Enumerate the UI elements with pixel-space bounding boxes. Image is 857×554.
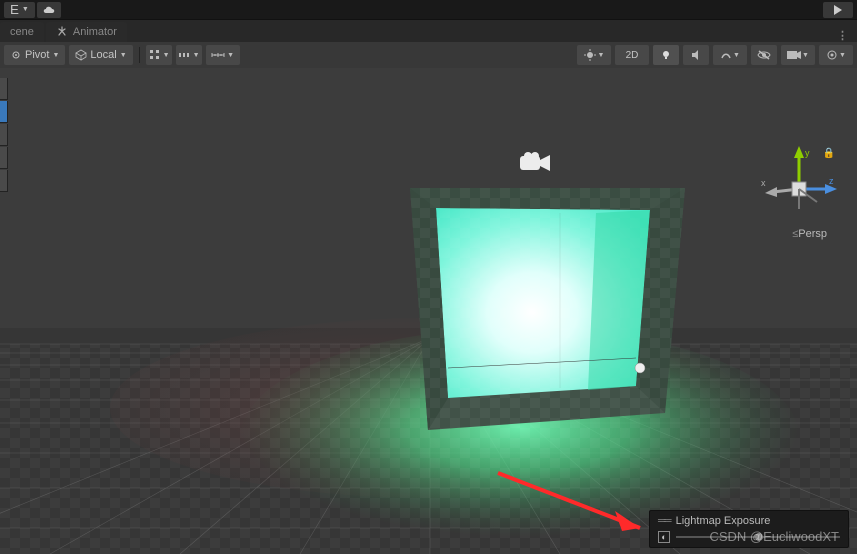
tool-overlay-handles — [0, 78, 8, 192]
menu-e-label: E — [10, 2, 19, 17]
lightmap-exposure-panel: ══ Lightmap Exposure ◐ — [649, 510, 849, 548]
scene-toolbar: Pivot ▼ Local ▼ ▼ ▼ ▼ ▼ 2D — [0, 42, 857, 68]
measure-button[interactable]: ▼ — [206, 45, 240, 65]
overlay-handle[interactable] — [0, 124, 8, 146]
scene-render — [0, 68, 857, 554]
top-menu-bar: E ▼ — [0, 0, 857, 20]
chevron-down-icon: ▼ — [733, 52, 740, 59]
exposure-slider-thumb[interactable] — [755, 533, 763, 541]
chevron-down-icon: ▼ — [839, 52, 846, 59]
gizmos-dropdown[interactable]: ▼ — [819, 45, 853, 65]
exposure-title-row: ══ Lightmap Exposure — [658, 515, 840, 527]
scene-toolbar-right: ▼ 2D ▼ ▼ ▼ — [577, 45, 853, 65]
play-icon — [834, 5, 842, 15]
eye-off-icon — [757, 49, 771, 61]
panel-tab-bar: cene Animator ⋮ — [0, 20, 857, 42]
chevron-down-icon: ▼ — [598, 52, 605, 59]
grid-snap-button[interactable]: ▼ — [146, 45, 172, 65]
gizmo-icon — [826, 49, 838, 61]
two-d-label: 2D — [626, 50, 639, 61]
audio-toggle[interactable] — [683, 45, 709, 65]
two-d-toggle[interactable]: 2D — [615, 45, 649, 65]
projection-label[interactable]: ≤Persp — [792, 228, 827, 240]
tab-scene[interactable]: cene — [0, 22, 44, 42]
snap-icon — [178, 48, 192, 62]
overlay-handle[interactable] — [0, 170, 8, 192]
scene-viewport[interactable]: 🔒 y z x ≤Persp ══ Lightmap Exposure ◐ CS… — [0, 68, 857, 554]
pivot-icon — [10, 49, 22, 61]
cube-icon — [75, 49, 87, 61]
visibility-toggle[interactable] — [751, 45, 777, 65]
ruler-icon — [211, 48, 225, 62]
cloud-icon — [42, 5, 56, 15]
edit-menu-button[interactable]: E ▼ — [4, 2, 35, 18]
camera-gizmo-icon — [520, 152, 550, 177]
overlay-handle-selected[interactable] — [0, 101, 8, 123]
exposure-title: Lightmap Exposure — [676, 515, 771, 527]
axis-z-label: z — [829, 176, 834, 186]
exposure-contrast-icon[interactable]: ◐ — [658, 531, 670, 543]
lightbulb-icon — [660, 49, 672, 61]
exposure-slider[interactable] — [676, 536, 840, 538]
snap-increment-button[interactable]: ▼ — [176, 45, 202, 65]
speaker-icon — [690, 49, 702, 61]
chevron-down-icon: ▼ — [22, 6, 29, 13]
draw-mode-dropdown[interactable]: ▼ — [577, 45, 611, 65]
camera-toggle[interactable]: ▼ — [781, 45, 815, 65]
overlay-handle[interactable] — [0, 147, 8, 169]
pivot-label: Pivot — [25, 49, 49, 61]
separator — [139, 47, 140, 63]
play-button[interactable] — [823, 2, 853, 18]
overlay-handle[interactable] — [0, 78, 8, 100]
panel-menu-button[interactable]: ⋮ — [829, 29, 857, 42]
grid-tools: ▼ ▼ ▼ — [146, 45, 240, 65]
sun-icon — [584, 49, 596, 61]
pivot-dropdown[interactable]: Pivot ▼ — [4, 45, 65, 65]
chevron-down-icon: ▼ — [227, 52, 234, 59]
tab-animator-label: Animator — [73, 26, 117, 38]
tab-animator[interactable]: Animator — [46, 22, 127, 42]
chevron-down-icon: ▼ — [52, 52, 59, 59]
animator-icon — [56, 26, 68, 38]
drag-handle-icon[interactable]: ══ — [658, 515, 670, 527]
axis-x-label: x — [761, 178, 766, 188]
chevron-down-icon: ▼ — [193, 52, 200, 59]
axis-y-label: y — [805, 148, 810, 158]
tab-scene-label: cene — [10, 26, 34, 38]
top-menu-left: E ▼ — [4, 2, 61, 18]
chevron-down-icon: ▼ — [120, 52, 127, 59]
projection-text: Persp — [798, 228, 827, 240]
lighting-toggle[interactable] — [653, 45, 679, 65]
effects-icon — [720, 49, 732, 61]
cloud-button[interactable] — [37, 2, 61, 18]
top-menu-right — [823, 2, 853, 18]
camera-icon — [787, 50, 801, 60]
orientation-gizmo[interactable]: y z x — [759, 144, 839, 234]
grid-icon — [148, 48, 162, 62]
effects-dropdown[interactable]: ▼ — [713, 45, 747, 65]
local-label: Local — [90, 49, 116, 61]
chevron-down-icon: ▼ — [163, 52, 170, 59]
exposure-controls: ◐ — [658, 531, 840, 543]
chevron-down-icon: ▼ — [802, 52, 809, 59]
local-dropdown[interactable]: Local ▼ — [69, 45, 132, 65]
